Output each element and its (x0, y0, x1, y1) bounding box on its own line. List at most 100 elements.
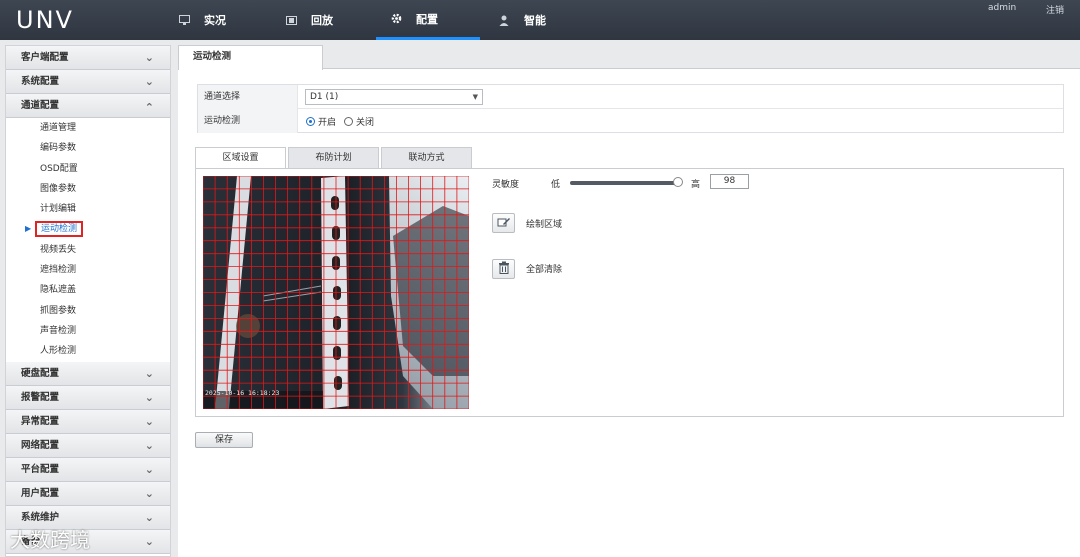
sidebar-group-disk[interactable]: 硬盘配置 ⌄ (6, 361, 170, 386)
motion-on-label: 开启 (318, 117, 337, 128)
sidebar-item-label: 声音检测 (40, 325, 77, 336)
main-content: 运动检测 通道选择 D1 (1) ▼ 运动检测 开启 关闭 区域设置 布防计划 … (178, 45, 1080, 557)
channel-row: 通道选择 D1 (1) ▼ (198, 85, 1063, 109)
sidebar-group-user[interactable]: 用户配置 ⌄ (6, 481, 170, 506)
motion-row: 运动检测 开启 关闭 (198, 109, 1063, 133)
page-tab-bar: 运动检测 (178, 45, 1080, 70)
logout-link[interactable]: 注销 (1046, 3, 1064, 16)
sidebar-item-schedule[interactable]: 计划编辑 (6, 199, 170, 219)
sidebar-group-platform[interactable]: 平台配置 ⌄ (6, 457, 170, 482)
nav-smart-label: 智能 (524, 14, 546, 27)
sidebar-item-label: 视频丢失 (40, 244, 77, 255)
nav-playback[interactable]: 回放 (285, 0, 333, 40)
motion-radio-group: 开启 关闭 (306, 109, 382, 133)
sidebar-item-encoding[interactable]: 编码参数 (6, 138, 170, 158)
sidebar-item-human-detection[interactable]: 人形检测 (6, 341, 170, 361)
motion-off-label: 关闭 (356, 117, 375, 128)
sidebar: 客户端配置 ⌄ 系统配置 ⌄ 通道配置 ⌃ 通道管理 编码参数 OSD配置 图像参数 … (5, 45, 171, 557)
username[interactable]: admin (988, 3, 1016, 13)
sidebar-item-osd[interactable]: OSD配置 (6, 159, 170, 179)
pencil-icon (497, 216, 511, 231)
gear-icon (390, 13, 402, 25)
channel-label: 通道选择 (198, 85, 298, 109)
page-tab-motion-detection[interactable]: 运动检测 (178, 45, 323, 70)
chevron-down-icon: ⌄ (144, 438, 154, 452)
sidebar-item-audio-detection[interactable]: 声音检测 (6, 321, 170, 341)
chevron-down-icon: ⌄ (144, 462, 154, 476)
chevron-down-icon: ⌄ (144, 486, 154, 500)
sidebar-item-label: 图像参数 (40, 183, 77, 194)
sidebar-group-label: 异常配置 (21, 415, 60, 427)
sidebar-group-exception[interactable]: 异常配置 ⌄ (6, 409, 170, 434)
draw-area-button[interactable] (492, 213, 515, 233)
sensitivity-slider-track[interactable] (570, 181, 680, 185)
sidebar-item-label: 编码参数 (40, 143, 77, 154)
tab-linkage[interactable]: 联动方式 (381, 147, 472, 169)
draw-area-label[interactable]: 绘制区域 (526, 217, 562, 230)
film-icon (285, 14, 297, 26)
sidebar-item-video-loss[interactable]: 视频丢失 (6, 240, 170, 260)
sensitivity-low-label: 低 (551, 180, 561, 190)
sidebar-item-label: 遮挡检测 (40, 265, 77, 276)
sidebar-item-channel-management[interactable]: 通道管理 (6, 118, 170, 138)
sidebar-item-tamper[interactable]: 遮挡检测 (6, 260, 170, 280)
person-icon (498, 14, 510, 26)
sensitivity-input[interactable]: 98 (710, 174, 749, 189)
sidebar-item-label: OSD配置 (40, 163, 78, 174)
sidebar-group-label: 网络配置 (21, 439, 60, 451)
chevron-down-icon: ⌄ (144, 510, 154, 524)
area-settings-panel: 2025-10-16 16:18:23 灵敏度 低 高 98 绘制区域 全部清除 (195, 168, 1064, 417)
sidebar-item-snapshot[interactable]: 抓图参数 (6, 301, 170, 321)
tab-area-settings[interactable]: 区域设置 (195, 147, 286, 169)
motion-on-radio[interactable] (306, 116, 315, 126)
sidebar-group-label: 通道配置 (21, 100, 60, 111)
sidebar-group-alarm[interactable]: 报警配置 ⌄ (6, 385, 170, 410)
sidebar-group-label: 系统维护 (21, 511, 60, 523)
sidebar-item-label: 隐私遮盖 (40, 285, 77, 296)
nav-live[interactable]: 实况 (178, 0, 226, 40)
channel-select[interactable]: D1 (1) ▼ (305, 89, 483, 105)
monitor-icon (178, 14, 190, 26)
sidebar-group-system[interactable]: 系统配置 ⌄ (6, 70, 170, 94)
motion-off-radio[interactable] (344, 116, 354, 126)
sidebar-group-label: 用户配置 (21, 487, 60, 499)
nav-live-label: 实况 (204, 14, 226, 27)
sensitivity-label: 灵敏度 (492, 180, 520, 190)
chevron-down-icon: ⌄ (144, 534, 154, 548)
nav-smart[interactable]: 智能 (498, 0, 546, 40)
chevron-down-icon: ⌄ (144, 51, 154, 64)
sub-tabs: 区域设置 布防计划 联动方式 (195, 147, 474, 169)
chevron-down-icon: ⌄ (144, 75, 154, 88)
sensitivity-slider-thumb[interactable] (672, 177, 683, 187)
sensitivity-high-label: 高 (691, 180, 701, 190)
nav-config[interactable]: 配置 (376, 0, 480, 40)
brand-logo: UNV (16, 6, 74, 34)
chevron-down-icon: ⌄ (144, 366, 154, 380)
tab-arming-schedule[interactable]: 布防计划 (288, 147, 379, 169)
sidebar-item-label: 通道管理 (40, 123, 77, 133)
clear-all-button[interactable] (492, 259, 515, 279)
sidebar-group-label: 系统配置 (21, 76, 60, 87)
motion-label: 运动检测 (198, 109, 298, 133)
sidebar-group-label: 客户端配置 (21, 52, 69, 63)
sidebar-item-privacy-mask[interactable]: 隐私遮盖 (6, 280, 170, 300)
sidebar-item-image[interactable]: 图像参数 (6, 179, 170, 199)
trash-icon (498, 261, 510, 277)
sidebar-group-channel[interactable]: 通道配置 ⌃ (6, 94, 170, 118)
channel-select-value: D1 (1) (310, 92, 339, 102)
chevron-up-icon: ⌃ (144, 101, 154, 114)
sidebar-item-motion-detection[interactable]: ▶ 运动检测 (6, 219, 170, 239)
channel-form: 通道选择 D1 (1) ▼ 运动检测 开启 关闭 (197, 84, 1064, 133)
clear-all-label[interactable]: 全部清除 (526, 262, 562, 275)
sidebar-item-label: 运动检测 (35, 221, 84, 238)
sidebar-group-label: 平台配置 (21, 463, 60, 475)
sidebar-group-network[interactable]: 网络配置 ⌄ (6, 433, 170, 458)
chevron-down-icon: ⌄ (144, 390, 154, 404)
sidebar-group-client[interactable]: 客户端配置 ⌄ (6, 46, 170, 70)
save-button[interactable]: 保存 (195, 432, 253, 448)
chevron-down-icon: ⌄ (144, 414, 154, 428)
sidebar-group-label: 报警配置 (21, 391, 60, 403)
caret-right-icon: ▶ (25, 224, 32, 234)
video-preview[interactable]: 2025-10-16 16:18:23 (203, 176, 469, 409)
caret-down-icon: ▼ (472, 93, 478, 101)
